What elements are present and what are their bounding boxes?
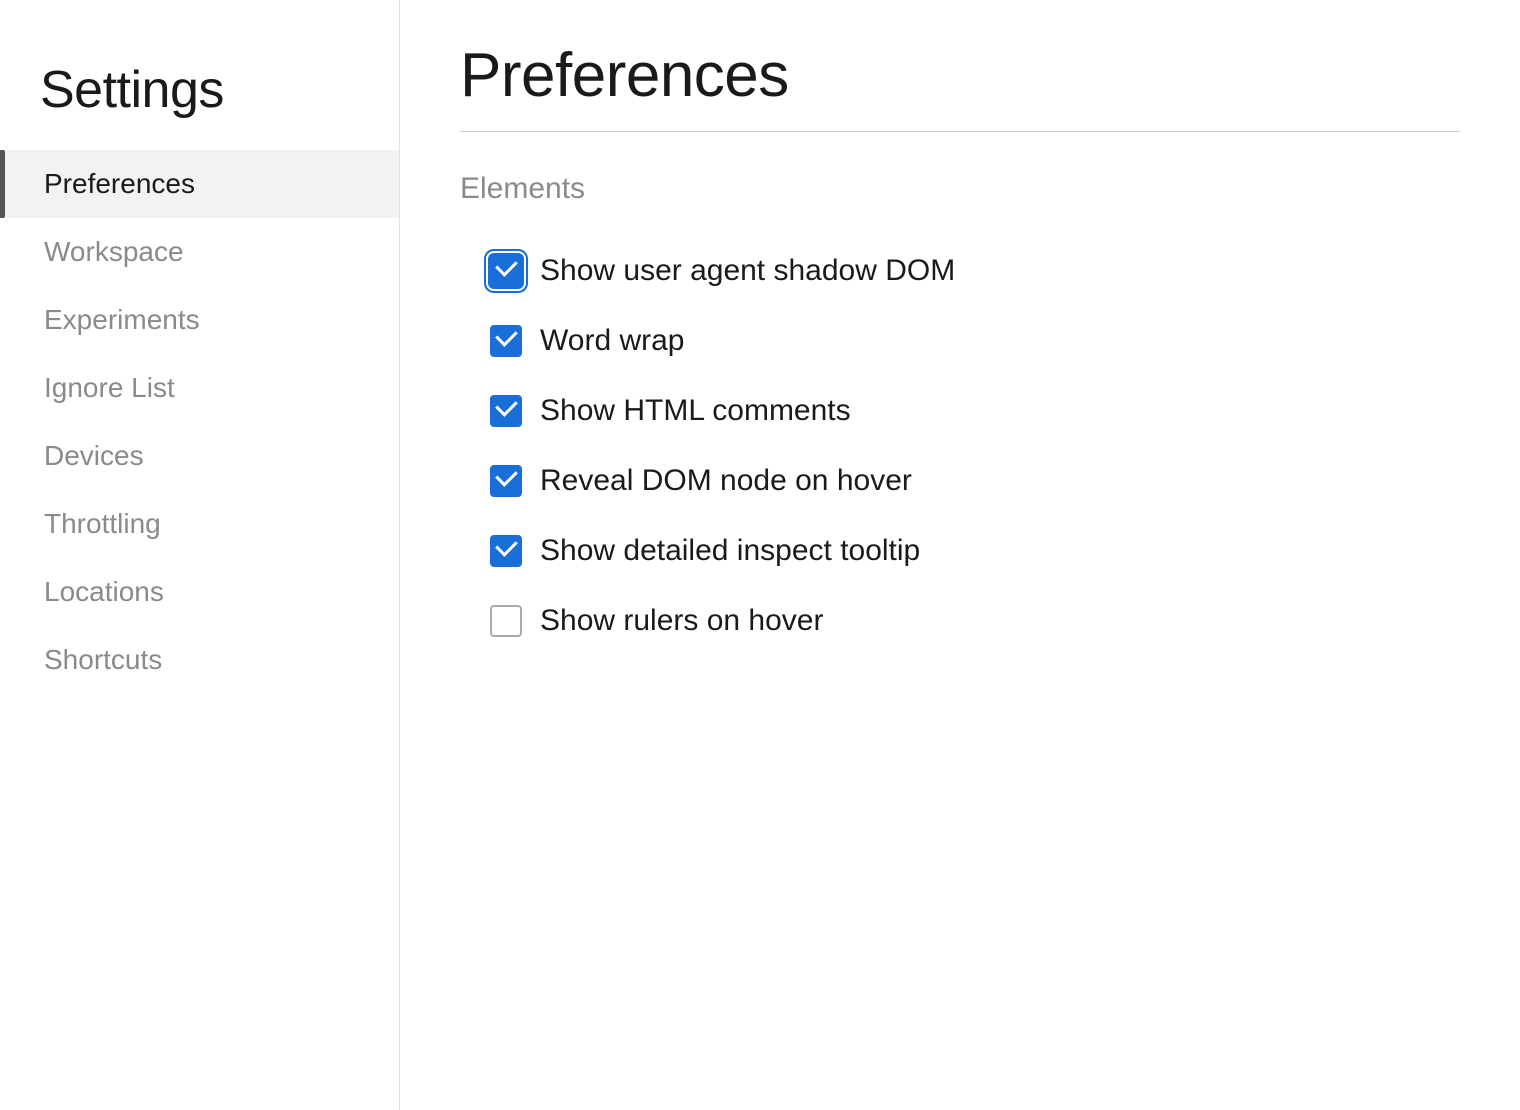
checkbox-wrapper-show-user-agent-shadow-dom [490,255,522,287]
checkbox-wrapper-show-rulers-on-hover [490,605,522,637]
sidebar: Settings PreferencesWorkspaceExperiments… [0,0,400,1110]
checkbox-item-word-wrap: Word wrap [460,306,1460,376]
checkbox-show-user-agent-shadow-dom[interactable] [490,255,522,287]
checkbox-label-show-html-comments: Show HTML comments [540,394,851,428]
checkbox-show-detailed-inspect-tooltip[interactable] [490,535,522,567]
sidebar-item-ignore-list[interactable]: Ignore List [0,354,399,422]
checkbox-show-rulers-on-hover[interactable] [490,605,522,637]
main-content: Preferences Elements Show user agent shad… [400,0,1520,1110]
checkbox-wrapper-reveal-dom-node-on-hover [490,465,522,497]
checkbox-wrapper-word-wrap [490,325,522,357]
checkbox-wrapper-show-html-comments [490,395,522,427]
checkbox-label-show-rulers-on-hover: Show rulers on hover [540,604,823,638]
sidebar-item-preferences[interactable]: Preferences [0,150,399,218]
sidebar-item-locations[interactable]: Locations [0,558,399,626]
sections-container: Elements Show user agent shadow DOM Word w… [460,172,1460,656]
sidebar-nav: PreferencesWorkspaceExperimentsIgnore Li… [0,150,399,694]
sidebar-title: Settings [0,40,399,150]
checkbox-show-html-comments[interactable] [490,395,522,427]
sidebar-item-shortcuts[interactable]: Shortcuts [0,626,399,694]
section-elements: Elements Show user agent shadow DOM Word w… [460,172,1460,656]
checkbox-word-wrap[interactable] [490,325,522,357]
checkbox-reveal-dom-node-on-hover[interactable] [490,465,522,497]
page-title: Preferences [460,40,1460,111]
checkbox-item-show-user-agent-shadow-dom: Show user agent shadow DOM [460,236,1460,306]
checkbox-wrapper-show-detailed-inspect-tooltip [490,535,522,567]
checkbox-label-show-user-agent-shadow-dom: Show user agent shadow DOM [540,254,955,288]
checkbox-label-show-detailed-inspect-tooltip: Show detailed inspect tooltip [540,534,920,568]
sidebar-item-experiments[interactable]: Experiments [0,286,399,354]
checkbox-item-show-detailed-inspect-tooltip: Show detailed inspect tooltip [460,516,1460,586]
checkbox-item-reveal-dom-node-on-hover: Reveal DOM node on hover [460,446,1460,516]
checkbox-label-word-wrap: Word wrap [540,324,685,358]
sidebar-item-workspace[interactable]: Workspace [0,218,399,286]
checkbox-label-reveal-dom-node-on-hover: Reveal DOM node on hover [540,464,912,498]
sidebar-item-devices[interactable]: Devices [0,422,399,490]
checkbox-item-show-rulers-on-hover: Show rulers on hover [460,586,1460,656]
section-title-elements: Elements [460,172,1460,206]
divider [460,131,1460,132]
sidebar-item-throttling[interactable]: Throttling [0,490,399,558]
checkbox-item-show-html-comments: Show HTML comments [460,376,1460,446]
checkbox-list-elements: Show user agent shadow DOM Word wrap Show … [460,236,1460,656]
